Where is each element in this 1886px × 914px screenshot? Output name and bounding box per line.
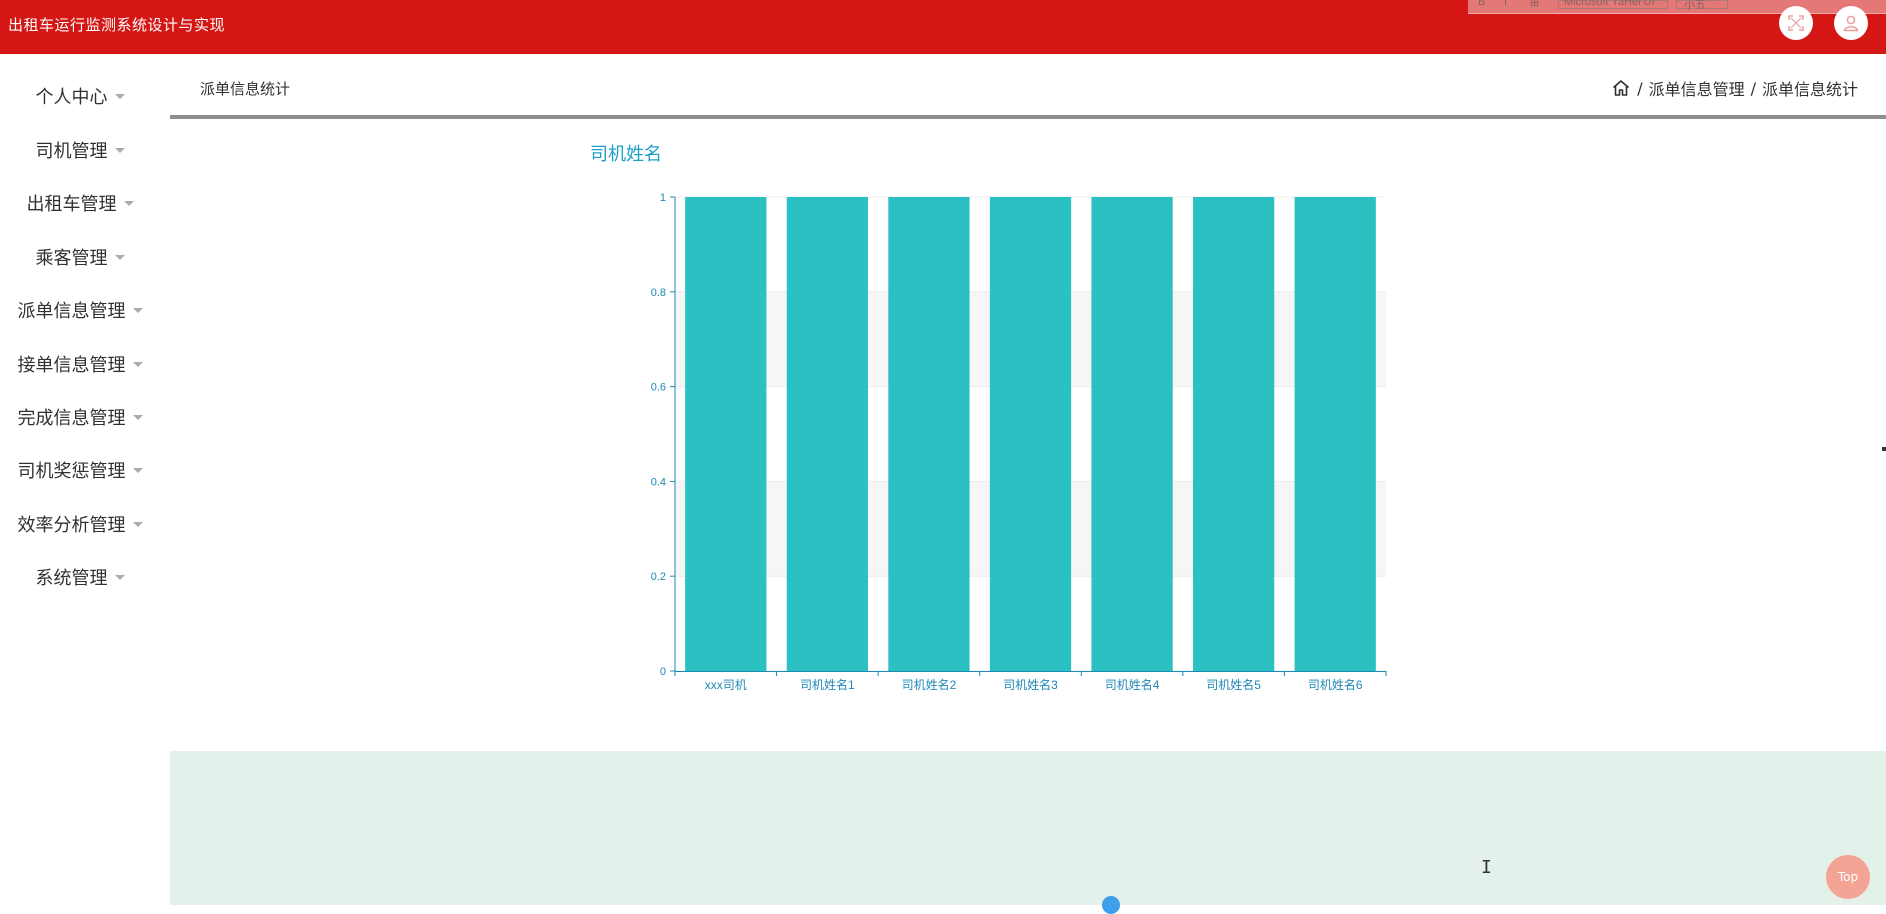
chart-panel	[170, 119, 1886, 751]
sidebar-item-label: 派单信息管理	[17, 301, 126, 322]
chart-title: 司机姓名	[590, 144, 662, 165]
caret-down-icon	[114, 574, 125, 580]
text-cursor-icon: I	[1481, 857, 1492, 878]
caret-down-icon	[132, 521, 143, 527]
sidebar-item-passenger-management[interactable]: 乘客管理	[0, 237, 160, 277]
sidebar-item-label: 系统管理	[35, 568, 108, 589]
fullscreen-icon	[1788, 15, 1804, 31]
app-title: 出租车运行监测系统设计与实现	[8, 16, 226, 34]
sidebar-item-driver-management[interactable]: 司机管理	[0, 130, 160, 170]
caret-down-icon	[123, 200, 134, 206]
sidebar-item-accept-management[interactable]: 接单信息管理	[0, 344, 160, 384]
sidebar-item-completion-management[interactable]: 完成信息管理	[0, 397, 160, 437]
user-button[interactable]	[1834, 6, 1868, 40]
sidebar-item-label: 出租车管理	[26, 194, 117, 215]
sidebar-item-label: 完成信息管理	[17, 408, 126, 429]
page-header: 派单信息统计 / 派单信息管理 / 派单信息统计	[170, 70, 1886, 116]
caret-down-icon	[114, 147, 125, 153]
sidebar-item-system-management[interactable]: 系统管理	[0, 557, 160, 597]
user-icon	[1843, 15, 1859, 32]
sidebar-item-label: 个人中心	[35, 87, 108, 108]
caret-down-icon	[132, 414, 143, 420]
caret-down-icon	[132, 307, 143, 313]
breadcrumb: / 派单信息管理 / 派单信息统计	[1611, 76, 1858, 100]
bold-icon: B	[1478, 0, 1486, 8]
home-icon[interactable]	[1611, 78, 1631, 98]
caret-down-icon	[132, 467, 143, 473]
sidebar-item-label: 效率分析管理	[17, 515, 126, 536]
sidebar-item-dispatch-management[interactable]: 派单信息管理	[0, 290, 160, 330]
breadcrumb-separator: /	[1750, 78, 1756, 98]
sidebar-item-label: 司机管理	[35, 141, 108, 162]
footer-area	[170, 751, 1886, 905]
sidebar-menu: 个人中心 司机管理 出租车管理 乘客管理 派单信息管理 接单信息管理 完成信息管…	[0, 54, 170, 905]
sidebar-item-label: 乘客管理	[35, 248, 108, 269]
top-header-bar: 出租车运行监测系统设计与实现 B I ⊞ Microsoft YaHei UI …	[0, 0, 1886, 54]
caret-down-icon	[132, 361, 143, 367]
sidebar-item-taxi-management[interactable]: 出租车管理	[0, 183, 160, 223]
font-select-box	[1558, 0, 1668, 9]
back-to-top-button[interactable]: Top	[1826, 855, 1870, 899]
italic-icon: I	[1504, 0, 1508, 8]
size-select-box	[1676, 0, 1728, 9]
sidebar-item-personal-center[interactable]: 个人中心	[0, 76, 160, 116]
page-title: 派单信息统计	[200, 80, 291, 98]
breadcrumb-item-dispatch-management[interactable]: 派单信息管理	[1649, 76, 1745, 100]
edge-marker	[1882, 447, 1886, 451]
sidebar-item-label: 司机奖惩管理	[17, 461, 126, 482]
sidebar-item-reward-penalty-management[interactable]: 司机奖惩管理	[0, 450, 160, 490]
caret-down-icon	[114, 93, 125, 99]
sidebar-item-label: 接单信息管理	[17, 355, 126, 376]
caret-down-icon	[114, 254, 125, 260]
paint-icon: ⊞	[1530, 0, 1540, 9]
breadcrumb-separator: /	[1637, 78, 1643, 98]
fullscreen-button[interactable]	[1779, 6, 1813, 40]
floating-blue-dot[interactable]	[1102, 896, 1120, 914]
breadcrumb-item-dispatch-stats: 派单信息统计	[1761, 80, 1858, 99]
overlay-format-toolbar: B I ⊞ Microsoft YaHei UI 小五	[1468, 0, 1886, 14]
sidebar-item-efficiency-management[interactable]: 效率分析管理	[0, 504, 160, 544]
